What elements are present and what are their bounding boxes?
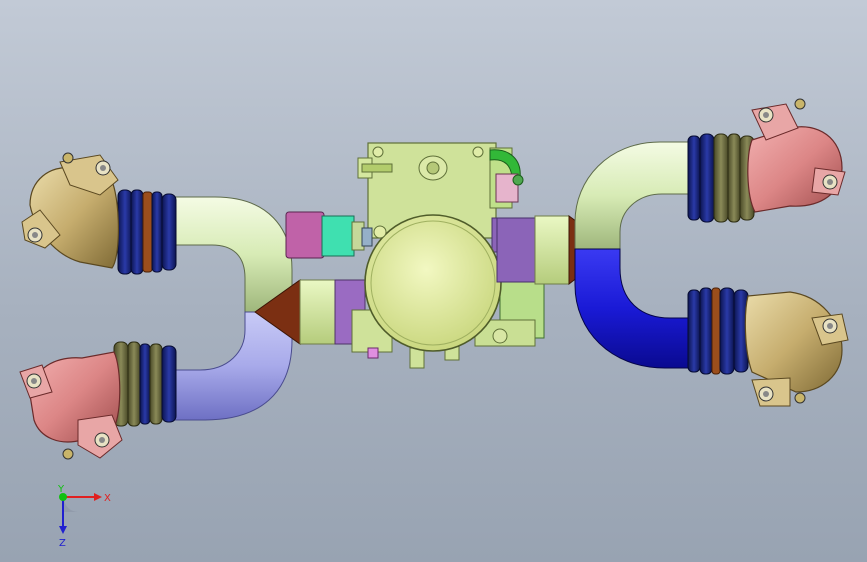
right-upper-clamp[interactable] <box>687 133 755 223</box>
cad-viewport[interactable]: X Y Z <box>0 0 867 562</box>
x-axis-arrow <box>64 493 102 501</box>
left-upper-clamp[interactable] <box>117 189 177 275</box>
right-lower-clamp[interactable] <box>687 287 749 375</box>
x-axis-label: X <box>104 493 111 504</box>
left-lower-flange[interactable] <box>19 351 123 460</box>
left-lower-clamp[interactable] <box>113 341 177 427</box>
throttle-disc[interactable] <box>364 214 502 352</box>
right-lower-flange[interactable] <box>744 291 849 407</box>
right-branch-lower[interactable] <box>574 248 699 369</box>
side-actuator[interactable] <box>285 211 373 259</box>
coordinate-triad: X Y Z <box>57 484 111 549</box>
right-branch-upper[interactable] <box>574 141 699 250</box>
triad-plane-shading <box>64 498 78 512</box>
y-axis-label: Y <box>57 484 65 495</box>
right-upper-flange[interactable] <box>747 98 846 213</box>
left-branch-upper[interactable] <box>174 196 293 313</box>
z-axis-label: Z <box>59 538 66 549</box>
cad-model-scene[interactable] <box>0 0 867 562</box>
left-upper-flange[interactable] <box>21 152 119 269</box>
left-branch-lower[interactable] <box>169 311 293 421</box>
z-axis-arrow <box>59 498 67 534</box>
